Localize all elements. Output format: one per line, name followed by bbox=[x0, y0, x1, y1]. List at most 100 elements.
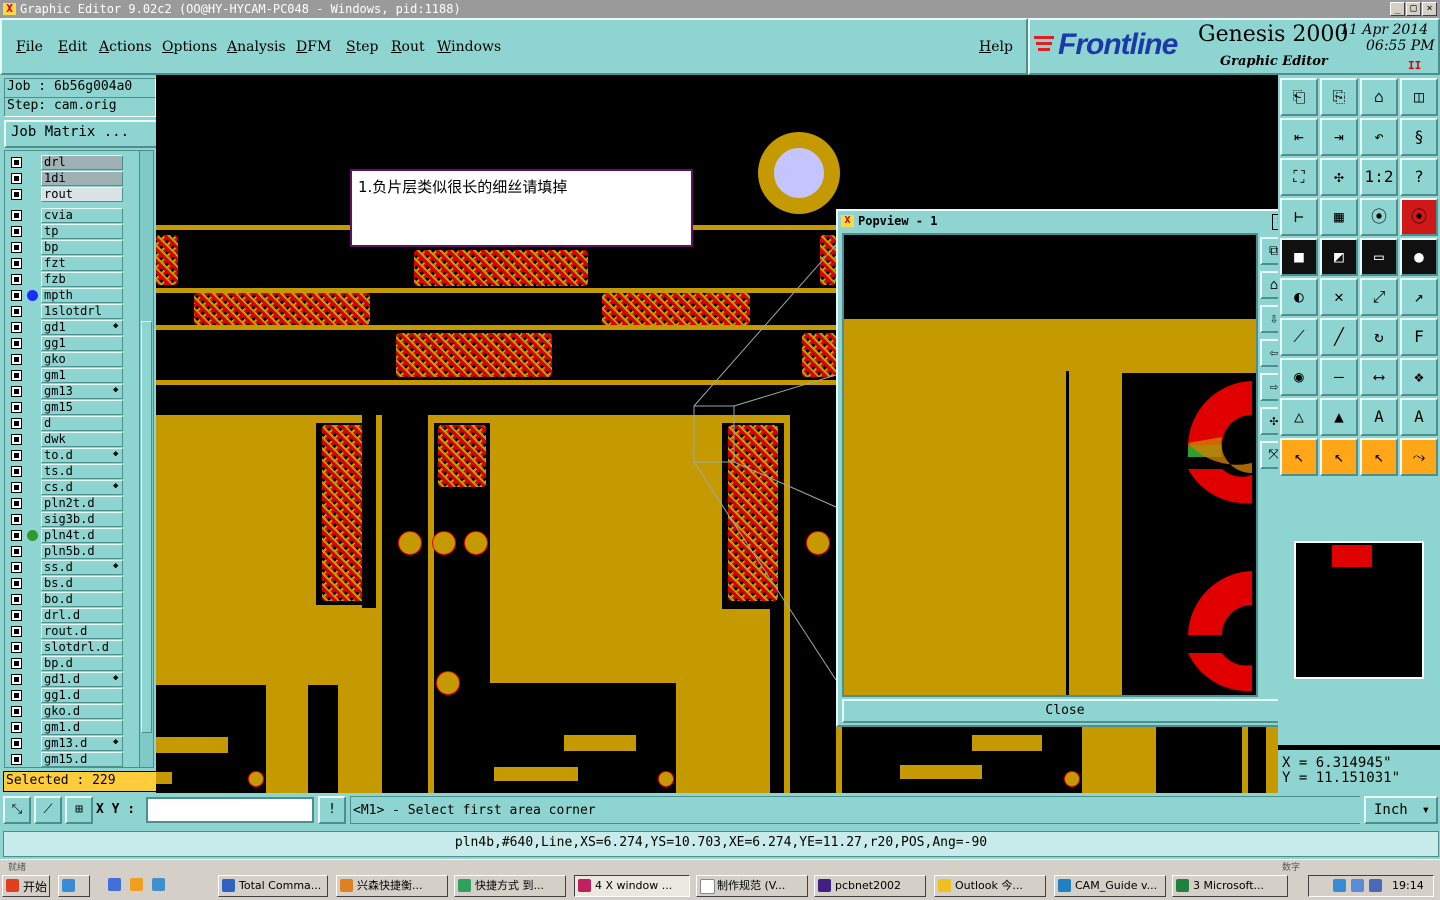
layer-row[interactable]: gd1.d ◆ bbox=[5, 672, 139, 687]
layer-name[interactable]: slotdrl.d bbox=[41, 640, 123, 655]
layer-row[interactable]: rout.d bbox=[5, 624, 139, 639]
layer-row[interactable]: ss.d ◆ bbox=[5, 560, 139, 575]
layer-name[interactable]: ss.d bbox=[41, 560, 123, 575]
layer-row[interactable]: d bbox=[5, 416, 139, 431]
layer-row[interactable]: to.d ◆ bbox=[5, 448, 139, 463]
layer-row[interactable]: rout bbox=[5, 187, 139, 202]
layer-checkbox[interactable] bbox=[11, 530, 22, 541]
grid-icon[interactable]: ▦ bbox=[1320, 198, 1358, 236]
layer-name[interactable]: gm15.d bbox=[41, 752, 123, 767]
layer-row[interactable]: cvia bbox=[5, 208, 139, 223]
text-f-icon[interactable]: F bbox=[1400, 318, 1438, 356]
layer-name[interactable]: gm13.d bbox=[41, 736, 123, 751]
layer-row[interactable]: pln5b.d bbox=[5, 544, 139, 559]
layer-checkbox[interactable] bbox=[11, 386, 22, 397]
scale-1-2-icon[interactable]: 1:2 bbox=[1360, 158, 1398, 196]
task-pcbnet[interactable]: pcbnet2002 bbox=[814, 875, 926, 897]
layer-name[interactable]: 1di bbox=[41, 171, 123, 186]
zoom-area-icon[interactable]: ⤡ bbox=[3, 796, 31, 824]
layer-name[interactable]: dwk bbox=[41, 432, 123, 447]
layer-row[interactable]: gko bbox=[5, 352, 139, 367]
layer-checkbox[interactable] bbox=[11, 642, 22, 653]
unit-selector[interactable]: Inch ▾ bbox=[1364, 796, 1438, 824]
layer-checkbox[interactable] bbox=[11, 546, 22, 557]
layer-row[interactable]: pln2t.d bbox=[5, 496, 139, 511]
ie-icon[interactable] bbox=[108, 878, 121, 891]
layer-row[interactable]: 1di bbox=[5, 171, 139, 186]
undo-view-icon[interactable]: ↶ bbox=[1360, 118, 1398, 156]
maximize-button[interactable]: □ bbox=[1406, 2, 1421, 16]
menu-step[interactable]: Step bbox=[346, 39, 378, 55]
draw-line-icon[interactable]: ⟋ bbox=[1280, 318, 1318, 356]
layer-name[interactable]: d bbox=[41, 416, 123, 431]
layer-name[interactable]: cvia bbox=[41, 208, 123, 223]
layer-row[interactable]: gm1 bbox=[5, 368, 139, 383]
layer-row[interactable]: fzb bbox=[5, 272, 139, 287]
layer-toggle-icon[interactable]: ⦿ bbox=[1400, 198, 1438, 236]
layer-name[interactable]: gd1.d bbox=[41, 672, 123, 687]
task-shortcut[interactable]: 快捷方式 到... bbox=[454, 875, 566, 897]
tray-icon[interactable] bbox=[1333, 879, 1346, 892]
layer-name[interactable]: tp bbox=[41, 224, 123, 239]
layer-checkbox[interactable] bbox=[11, 157, 22, 168]
layer-checkbox[interactable] bbox=[11, 242, 22, 253]
layer-checkbox[interactable] bbox=[11, 610, 22, 621]
quicklaunch-icons[interactable] bbox=[58, 875, 90, 897]
layer-checkbox[interactable] bbox=[11, 210, 22, 221]
layer-name[interactable]: ts.d bbox=[41, 464, 123, 479]
layer-name[interactable]: mpth bbox=[41, 288, 123, 303]
triangle-c-icon[interactable]: A bbox=[1400, 398, 1438, 436]
layer-name[interactable]: rout bbox=[41, 187, 123, 202]
layer-checkbox[interactable] bbox=[11, 322, 22, 333]
measure-tool-icon[interactable]: ⟋ bbox=[34, 796, 62, 824]
layer-row[interactable]: cs.d ◆ bbox=[5, 480, 139, 495]
arrow-point-icon[interactable]: ↗ bbox=[1400, 278, 1438, 316]
menu-analysis[interactable]: Analysis bbox=[227, 39, 286, 55]
layer-checkbox[interactable] bbox=[11, 354, 22, 365]
route-icon[interactable]: ⤳ bbox=[1400, 438, 1438, 476]
task-outlook[interactable]: Outlook 今... bbox=[934, 875, 1046, 897]
layer-row[interactable]: gm15.d bbox=[5, 752, 139, 767]
layer-checkbox[interactable] bbox=[11, 706, 22, 717]
layer-checkbox[interactable] bbox=[11, 754, 22, 765]
layer-checkbox[interactable] bbox=[11, 290, 22, 301]
layer-row[interactable]: gg1.d bbox=[5, 688, 139, 703]
layer-row[interactable]: gg1 bbox=[5, 336, 139, 351]
close-window-button[interactable]: × bbox=[1422, 2, 1437, 16]
layer-row[interactable]: gd1 ◆ bbox=[5, 320, 139, 335]
task-xingsen[interactable]: 兴森快捷衡... bbox=[336, 875, 448, 897]
layer-checkbox[interactable] bbox=[11, 674, 22, 685]
menu-help[interactable]: Help bbox=[979, 39, 1013, 55]
layer-checkbox[interactable] bbox=[11, 738, 22, 749]
layer-checkbox[interactable] bbox=[11, 434, 22, 445]
layer-checkbox[interactable] bbox=[11, 306, 22, 317]
window-split-icon[interactable]: ◫ bbox=[1400, 78, 1438, 116]
layer-checkbox[interactable] bbox=[11, 498, 22, 509]
task-spec[interactable]: 制作规范 (V... bbox=[696, 875, 808, 897]
layer-checkbox[interactable] bbox=[11, 578, 22, 589]
layer-name[interactable]: gg1 bbox=[41, 336, 123, 351]
outlook-icon[interactable] bbox=[130, 878, 143, 891]
dot-icon[interactable]: ● bbox=[1400, 238, 1438, 276]
layer-name[interactable]: gko bbox=[41, 352, 123, 367]
layer-checkbox[interactable] bbox=[11, 189, 22, 200]
layer-name[interactable]: gg1.d bbox=[41, 688, 123, 703]
pointer-icon[interactable]: ↖ bbox=[1280, 438, 1318, 476]
task-cam-guide[interactable]: CAM_Guide v... bbox=[1054, 875, 1166, 897]
tray-network-icon[interactable] bbox=[1351, 879, 1364, 892]
menu-actions[interactable]: Actions bbox=[99, 39, 152, 55]
ruler-scale-icon[interactable]: ▭ bbox=[1360, 238, 1398, 276]
layer-checkbox[interactable] bbox=[11, 482, 22, 493]
triangle-a-icon[interactable]: ▲ bbox=[1320, 398, 1358, 436]
layer-row[interactable]: bo.d bbox=[5, 592, 139, 607]
layer-row[interactable]: fzt bbox=[5, 256, 139, 271]
layer-row[interactable]: ts.d bbox=[5, 464, 139, 479]
triangle-icon[interactable]: △ bbox=[1280, 398, 1318, 436]
layer-checkbox[interactable] bbox=[11, 514, 22, 525]
traffic-light-icon[interactable]: ⦿ bbox=[1360, 198, 1398, 236]
layer-row[interactable]: bp bbox=[5, 240, 139, 255]
start-button[interactable]: 开始 bbox=[2, 875, 50, 897]
pan-left-icon[interactable]: ⇤ bbox=[1280, 118, 1318, 156]
layer-checkbox[interactable] bbox=[11, 450, 22, 461]
layer-checkbox[interactable] bbox=[11, 594, 22, 605]
